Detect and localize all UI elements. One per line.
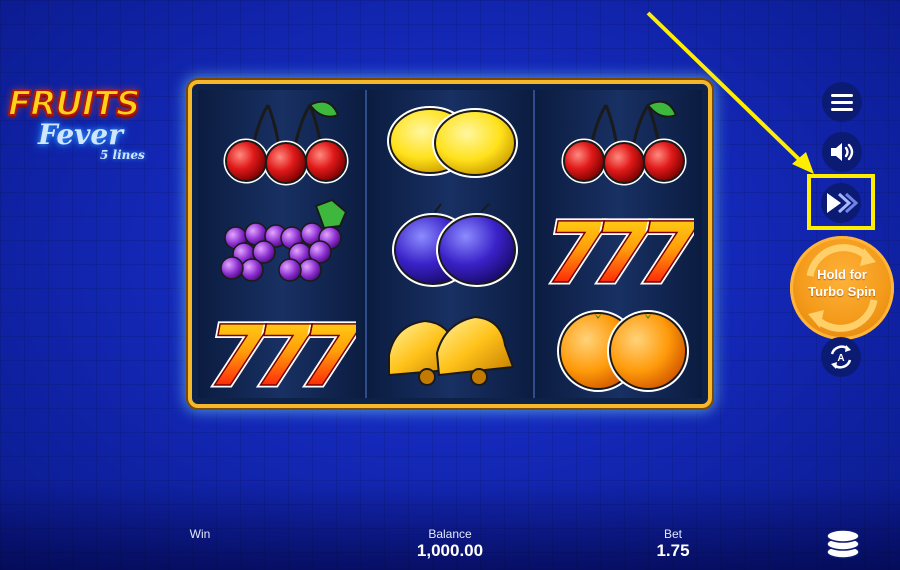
reel-1 bbox=[198, 90, 365, 398]
win-display: Win bbox=[170, 527, 230, 541]
win-label: Win bbox=[189, 527, 211, 541]
grapes-icon bbox=[220, 198, 348, 282]
bet-settings-button[interactable] bbox=[820, 522, 866, 562]
plums-icon bbox=[375, 194, 525, 294]
turbo-spin-label: Hold for Turbo Spin bbox=[790, 266, 894, 300]
balance-display: Balance 1,000.00 bbox=[395, 527, 505, 561]
coins-stack-icon bbox=[826, 529, 860, 559]
turbo-spin-button[interactable]: Hold for Turbo Spin bbox=[790, 236, 894, 340]
turbo-spin-line-1: Hold for bbox=[817, 267, 867, 282]
game-logo: FRUITS Fever 5 lines bbox=[7, 83, 178, 174]
logo-fever: Fever bbox=[38, 118, 123, 151]
reels-frame bbox=[188, 80, 712, 408]
turbo-spin-line-2: Turbo Spin bbox=[808, 284, 876, 299]
autoplay-button[interactable]: A bbox=[821, 337, 861, 377]
bet-label: Bet bbox=[663, 527, 682, 541]
balance-label: Balance bbox=[428, 527, 472, 541]
sound-button[interactable] bbox=[822, 132, 862, 172]
menu-button[interactable] bbox=[822, 82, 862, 122]
autoplay-icon: A bbox=[830, 345, 852, 369]
cherries-icon bbox=[544, 91, 694, 191]
sevens-icon bbox=[544, 194, 694, 294]
balance-value: 1,000.00 bbox=[416, 541, 484, 560]
speaker-icon bbox=[831, 143, 854, 161]
bet-display[interactable]: Bet 1.75 bbox=[643, 527, 703, 561]
reel-3 bbox=[533, 90, 703, 398]
bet-value: 1.75 bbox=[656, 541, 690, 560]
svg-text:A: A bbox=[837, 353, 844, 364]
sevens-icon bbox=[206, 297, 356, 397]
bells-icon bbox=[388, 315, 514, 386]
cherries-icon bbox=[206, 91, 356, 191]
oranges-icon bbox=[544, 297, 694, 397]
highlight-box bbox=[807, 174, 875, 230]
reel-2 bbox=[364, 90, 534, 398]
logo-lines: 5 lines bbox=[100, 148, 145, 162]
hamburger-menu-icon bbox=[831, 94, 853, 111]
lemons-icon bbox=[375, 91, 525, 191]
